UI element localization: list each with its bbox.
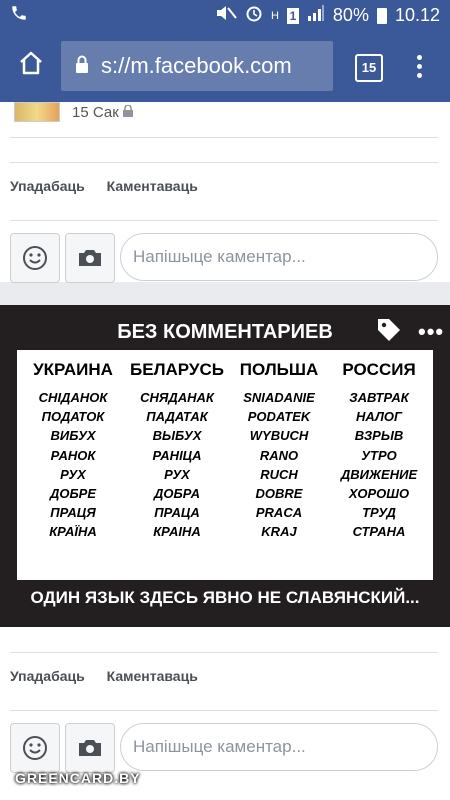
comment-composer: Напішыце каментар...: [10, 723, 440, 773]
browser-toolbar: s://m.facebook.com 15: [0, 30, 450, 102]
url-text: s://m.facebook.com: [101, 53, 292, 78]
clock: 10.12: [394, 5, 440, 25]
word: DOBRE: [255, 486, 303, 502]
word: УТРО: [361, 447, 397, 463]
lock-icon: [75, 53, 89, 79]
signal-icon: [307, 5, 325, 26]
word: ХОРОШО: [348, 486, 410, 502]
word: ВЗРЫВ: [354, 428, 404, 444]
word: СНЯДАНАК: [140, 390, 214, 405]
comment-button[interactable]: Каментаваць: [107, 178, 198, 194]
word: PRACA: [255, 505, 303, 521]
divider: [10, 710, 438, 711]
word: ВИБУХ: [50, 428, 96, 444]
post-date: 15 Сак: [72, 104, 119, 121]
word: РАНІЦА: [152, 447, 202, 463]
words-table: УКРАИНА СНІДАНОК ПОДАТОК ВИБУХ РАНОК РУХ…: [17, 350, 433, 580]
column-ukraine: УКРАИНА СНІДАНОК ПОДАТОК ВИБУХ РАНОК РУХ…: [25, 360, 121, 542]
privacy-icon: [122, 104, 133, 120]
divider: [10, 137, 438, 138]
menu-icon[interactable]: [414, 52, 424, 82]
column-header: БЕЛАРУСЬ: [130, 360, 224, 379]
alarm-icon: [245, 4, 263, 27]
column-header: УКРАИНА: [33, 360, 113, 379]
address-bar[interactable]: s://m.facebook.com: [61, 41, 333, 91]
comment-button[interactable]: Каментаваць: [107, 668, 198, 684]
word: ТРУД: [362, 505, 396, 521]
divider: [10, 652, 438, 653]
word: SNIADANIE: [243, 390, 315, 405]
battery-percent: 80%: [332, 5, 369, 25]
tag-icon[interactable]: [376, 317, 402, 343]
word: КРАІНА: [153, 524, 201, 540]
mute-icon: [215, 5, 237, 26]
word: РУХ: [164, 466, 190, 482]
word: ПАДАТАК: [146, 409, 208, 425]
camera-icon[interactable]: [65, 233, 115, 283]
comment-input[interactable]: Напішыце каментар...: [120, 233, 438, 281]
word: НАЛОГ: [356, 409, 402, 425]
column-russia: РОССИЯ ЗАВТРАК НАЛОГ ВЗРЫВ УТРО ДВИЖЕНИЕ…: [329, 360, 429, 542]
divider: [10, 162, 438, 163]
like-button[interactable]: Упадабаць: [10, 178, 85, 194]
word: ПРАЦА: [154, 505, 200, 521]
camera-icon[interactable]: [65, 723, 115, 773]
sim-indicator: 1: [286, 7, 299, 24]
word: СНІДАНОК: [38, 390, 108, 405]
feed: 15 Сак Упадабаць Каментаваць Напішыце ка…: [0, 102, 450, 800]
word: ДОБРА: [154, 486, 200, 502]
post-thumbnail[interactable]: [14, 102, 60, 122]
post-actions: Упадабаць Каментаваць: [10, 668, 216, 684]
word: ДОБРЕ: [49, 486, 97, 502]
word: КРАЇНА: [49, 524, 97, 540]
column-belarus: БЕЛАРУСЬ СНЯДАНАК ПАДАТАК ВЫБУХ РАНІЦА Р…: [129, 360, 225, 542]
word: СТРАНА: [352, 524, 406, 540]
post-actions: Упадабаць Каментаваць: [10, 178, 216, 194]
phone-icon: [10, 4, 28, 27]
column-header: ПОЛЬША: [239, 360, 319, 379]
word: РАНОК: [50, 447, 96, 463]
comment-input[interactable]: Напішыце каментар...: [120, 723, 438, 771]
status-bar: H 1 80% 10.12: [0, 0, 450, 30]
home-icon[interactable]: [16, 48, 46, 78]
like-button[interactable]: Упадабаць: [10, 668, 85, 684]
word: RUCH: [260, 466, 298, 482]
column-poland: ПОЛЬША SNIADANIE PODATEK WYBUCH RANO RUC…: [231, 360, 327, 542]
word: ЗАВТРАК: [349, 390, 409, 405]
divider: [10, 220, 438, 221]
image-caption: ОДИН ЯЗЫК ЗДЕСЬ ЯВНО НЕ СЛАВЯНСКИЙ...: [30, 588, 420, 607]
post-meta: 15 Сак: [72, 104, 133, 121]
post-card: 15 Сак Упадабаць Каментаваць Напішыце ка…: [0, 102, 450, 283]
tab-switcher-button[interactable]: 15: [355, 54, 383, 82]
emoji-icon[interactable]: [10, 233, 60, 283]
column-header: РОССИЯ: [342, 360, 416, 379]
post-image[interactable]: БЕЗ КОММЕНТАРИЕВ ••• УКРАИНА СНІДАНОК ПО…: [0, 305, 450, 627]
comment-composer: Напішыце каментар...: [10, 233, 440, 283]
word: KRAJ: [261, 524, 297, 540]
word: PODATEK: [247, 409, 311, 425]
battery-icon: [376, 7, 387, 24]
emoji-icon[interactable]: [10, 723, 60, 773]
word: WYBUCH: [249, 428, 309, 444]
network-type: H: [270, 9, 279, 22]
word: ПРАЦЯ: [50, 505, 96, 521]
word: RANO: [259, 447, 299, 463]
watermark: GREENCARD.BY: [15, 770, 141, 786]
more-icon[interactable]: •••: [418, 319, 444, 345]
word: ДВИЖЕНИЕ: [340, 466, 418, 482]
word: ВЫБУХ: [152, 428, 202, 444]
word: ПОДАТОК: [41, 409, 105, 425]
word: РУХ: [60, 466, 86, 482]
